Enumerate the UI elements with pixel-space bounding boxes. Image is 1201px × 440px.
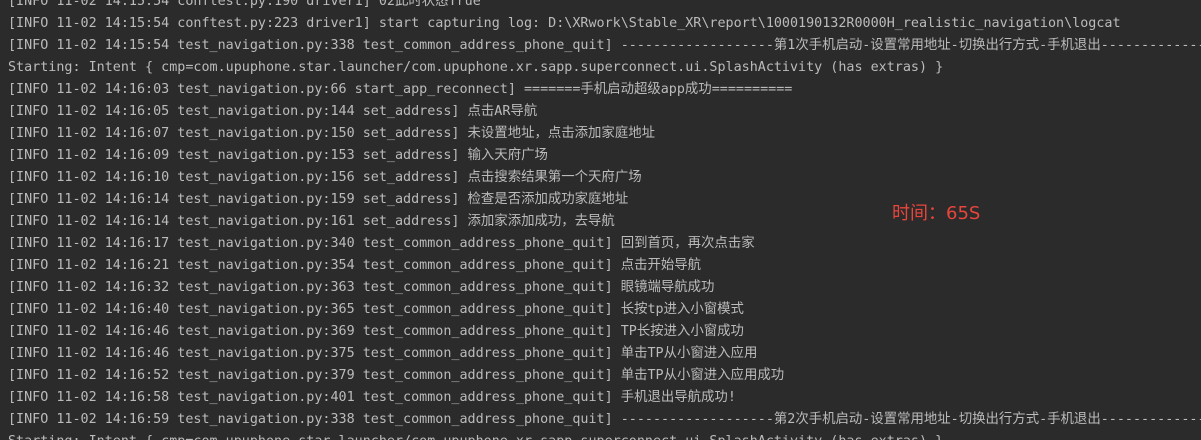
log-line: [INFO 11-02 14:16:07 test_navigation.py:… — [8, 126, 655, 141]
log-line: [INFO 11-02 14:16:46 test_navigation.py:… — [8, 346, 758, 361]
log-line: Starting: Intent { cmp=com.upuphone.star… — [8, 431, 1201, 440]
log-line: [INFO 11-02 14:15:54 conftest.py:223 dri… — [8, 16, 1121, 31]
log-line: [INFO 11-02 14:16:32 test_navigation.py:… — [8, 280, 715, 295]
log-line: [INFO 11-02 14:16:09 test_navigation.py:… — [8, 148, 548, 163]
log-lines: [INFO 11-02 14:15:54 conftest.py:190 dri… — [8, 0, 1201, 440]
log-line: [INFO 11-02 14:16:46 test_navigation.py:… — [8, 324, 744, 339]
log-line: [INFO 11-02 14:16:52 test_navigation.py:… — [8, 368, 785, 383]
duration-annotation: 时间：65S — [892, 203, 981, 224]
log-line: [INFO 11-02 14:16:59 test_navigation.py:… — [8, 412, 1201, 427]
log-line: [INFO 11-02 14:16:05 test_navigation.py:… — [8, 104, 538, 119]
log-line: [INFO 11-02 14:16:40 test_navigation.py:… — [8, 302, 744, 317]
log-line: [INFO 11-02 14:16:58 test_navigation.py:… — [8, 390, 736, 405]
log-line: [INFO 11-02 14:16:03 test_navigation.py:… — [8, 82, 793, 97]
log-line: Starting: Intent { cmp=com.upuphone.star… — [8, 60, 944, 75]
log-line: [INFO 11-02 14:16:21 test_navigation.py:… — [8, 258, 702, 273]
log-line: [INFO 11-02 14:16:14 test_navigation.py:… — [8, 214, 615, 229]
log-line: [INFO 11-02 14:16:17 test_navigation.py:… — [8, 236, 755, 251]
log-line: [INFO 11-02 14:15:54 conftest.py:190 dri… — [8, 0, 481, 9]
log-line: [INFO 11-02 14:15:54 test_navigation.py:… — [8, 38, 1201, 53]
log-console: [INFO 11-02 14:15:54 conftest.py:190 dri… — [0, 0, 1201, 440]
log-line: [INFO 11-02 14:16:14 test_navigation.py:… — [8, 192, 629, 207]
log-line: [INFO 11-02 14:16:10 test_navigation.py:… — [8, 170, 642, 185]
